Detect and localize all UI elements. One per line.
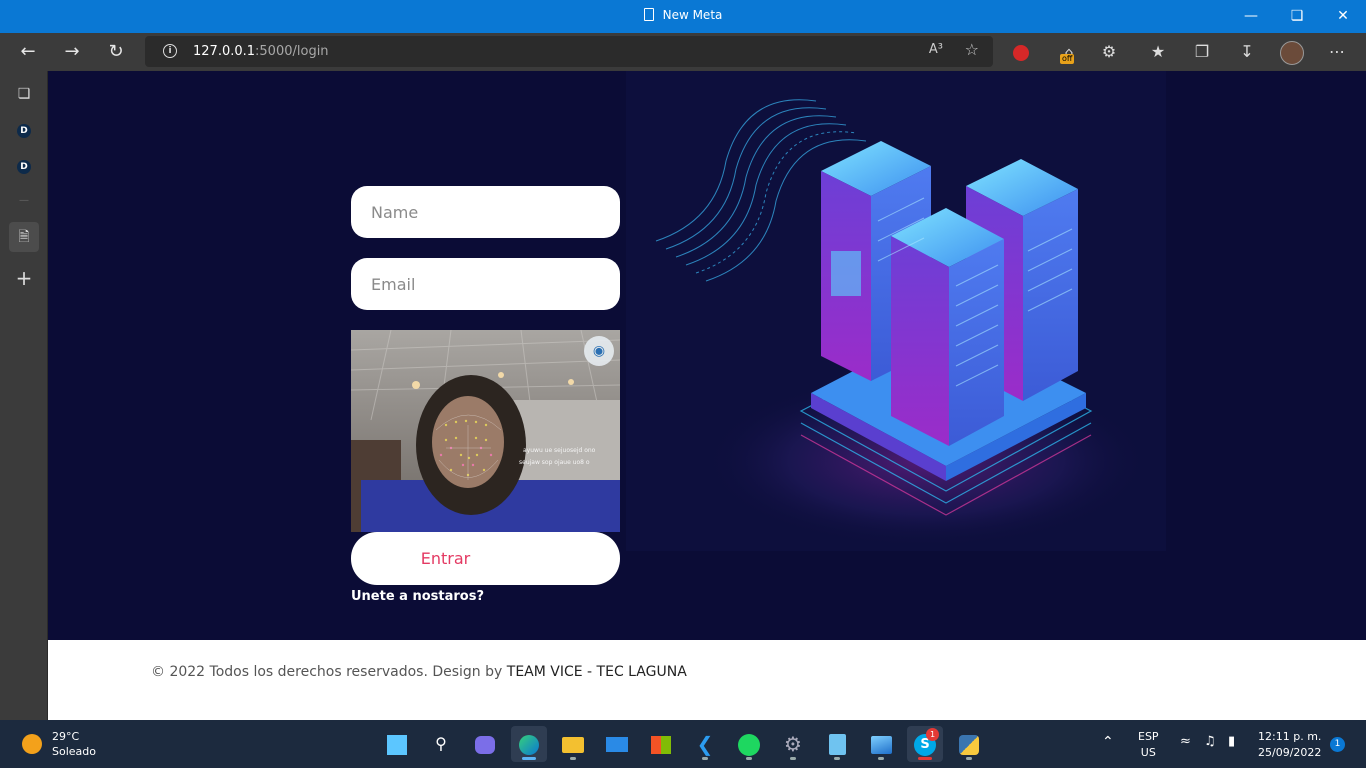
spotify-icon[interactable] bbox=[731, 726, 767, 762]
extensions-puzzle-icon[interactable]: ⚙ bbox=[1094, 37, 1124, 67]
back-button[interactable]: ← bbox=[13, 37, 43, 67]
site-info-icon[interactable]: i bbox=[163, 44, 177, 58]
weather-temperature[interactable]: 29°C bbox=[52, 730, 79, 743]
address-bar[interactable]: i 127.0.0.1:5000/login A³ ☆ bbox=[145, 36, 993, 67]
store-icon[interactable] bbox=[643, 726, 679, 762]
show-hidden-icons-chevron[interactable]: ⌃ bbox=[1102, 734, 1114, 750]
mirrored-screen-text-2: seujaw sop ojaue uo8 o bbox=[519, 459, 590, 466]
windows-taskbar: 29°C Soleado ⚲ ❮ ⚙ S1 ⌃ ESP US ≈ ♫ ▮ 12:… bbox=[0, 720, 1366, 768]
window-title: New Meta bbox=[0, 8, 1366, 22]
vertical-tabs-sidebar: ❏ D D — 🗎 + bbox=[0, 71, 48, 720]
refresh-button[interactable]: ↻ bbox=[101, 37, 131, 67]
mirrored-screen-text-1: ayuwu ue sejuosejd ono bbox=[523, 447, 596, 454]
file-explorer-icon[interactable] bbox=[555, 726, 591, 762]
mail-icon[interactable] bbox=[599, 726, 635, 762]
skype-icon[interactable]: S1 bbox=[907, 726, 943, 762]
volume-icon[interactable]: ♫ bbox=[1204, 734, 1216, 749]
sidebar-tab-d2[interactable]: D bbox=[9, 150, 39, 180]
team-credit: TEAM VICE - TEC LAGUNA bbox=[506, 664, 687, 680]
more-menu-icon[interactable]: ⋯ bbox=[1322, 37, 1352, 67]
weather-condition[interactable]: Soleado bbox=[52, 745, 96, 758]
profile-avatar[interactable] bbox=[1277, 37, 1307, 67]
photos-icon[interactable] bbox=[863, 726, 899, 762]
extension-red-icon[interactable] bbox=[1006, 37, 1036, 67]
notepad-icon[interactable] bbox=[819, 726, 855, 762]
webcam-feed-image: ayuwu ue sejuosejd ono seujaw sop ojaue … bbox=[351, 330, 620, 532]
sidebar-tab-d1[interactable]: D bbox=[9, 114, 39, 144]
sidebar-divider-icon: — bbox=[19, 195, 29, 206]
close-button[interactable]: ✕ bbox=[1320, 0, 1366, 33]
restore-button[interactable]: ❏ bbox=[1274, 0, 1320, 33]
read-aloud-icon[interactable]: A³ bbox=[929, 42, 943, 57]
forward-button[interactable]: → bbox=[57, 37, 87, 67]
email-input[interactable] bbox=[351, 258, 620, 310]
teams-chat-icon[interactable] bbox=[467, 726, 503, 762]
name-input[interactable] bbox=[351, 186, 620, 238]
window-titlebar: New Meta — ❏ ✕ bbox=[0, 0, 1366, 33]
new-tab-button[interactable]: + bbox=[9, 263, 39, 293]
add-favorite-icon[interactable]: ☆ bbox=[965, 40, 979, 59]
settings-gear-icon[interactable]: ⚙ bbox=[775, 726, 811, 762]
webcam-preview: ayuwu ue sejuosejd ono seujaw sop ojaue … bbox=[351, 330, 620, 532]
battery-icon[interactable]: ▮ bbox=[1228, 734, 1235, 749]
capture-face-icon[interactable]: ◉ bbox=[584, 336, 614, 366]
url-text[interactable]: 127.0.0.1:5000/login bbox=[193, 44, 329, 59]
extension-home-icon[interactable]: ⌂ off bbox=[1054, 37, 1084, 67]
start-button[interactable] bbox=[379, 726, 415, 762]
tab-actions-icon[interactable]: ❏ bbox=[9, 79, 39, 109]
notification-badge[interactable]: 1 bbox=[1330, 737, 1345, 752]
page-footer: © 2022 Todos los derechos reservados. De… bbox=[48, 640, 1366, 720]
join-link[interactable]: Unete a nostaros? bbox=[351, 589, 484, 604]
search-icon[interactable]: ⚲ bbox=[423, 726, 459, 762]
login-page: ayuwu ue sejuosejd ono seujaw sop ojaue … bbox=[48, 71, 1366, 640]
copyright-text: © 2022 Todos los derechos reservados. De… bbox=[151, 664, 687, 680]
minimize-button[interactable]: — bbox=[1228, 0, 1274, 33]
sidebar-tab-page[interactable]: 🗎 bbox=[9, 222, 39, 252]
input-language[interactable]: ESP US bbox=[1138, 730, 1159, 759]
collections-icon[interactable]: ❐ bbox=[1187, 37, 1217, 67]
vscode-icon[interactable]: ❮ bbox=[687, 726, 723, 762]
skype-badge: 1 bbox=[926, 728, 939, 741]
edge-browser-icon[interactable] bbox=[511, 726, 547, 762]
python-icon[interactable] bbox=[951, 726, 987, 762]
clock[interactable]: 12:11 p. m. 25/09/2022 bbox=[1258, 730, 1321, 759]
document-icon bbox=[643, 8, 654, 21]
server-illustration bbox=[626, 71, 1166, 551]
extension-off-badge: off bbox=[1060, 54, 1075, 64]
browser-toolbar: ← → ↻ i 127.0.0.1:5000/login A³ ☆ ⌂ off … bbox=[0, 33, 1366, 71]
wifi-icon[interactable]: ≈ bbox=[1180, 734, 1191, 749]
downloads-icon[interactable]: ↧ bbox=[1232, 37, 1262, 67]
entrar-button[interactable]: Entrar bbox=[351, 532, 620, 585]
favorites-icon[interactable]: ★ bbox=[1143, 37, 1173, 67]
sun-icon[interactable] bbox=[22, 734, 42, 754]
